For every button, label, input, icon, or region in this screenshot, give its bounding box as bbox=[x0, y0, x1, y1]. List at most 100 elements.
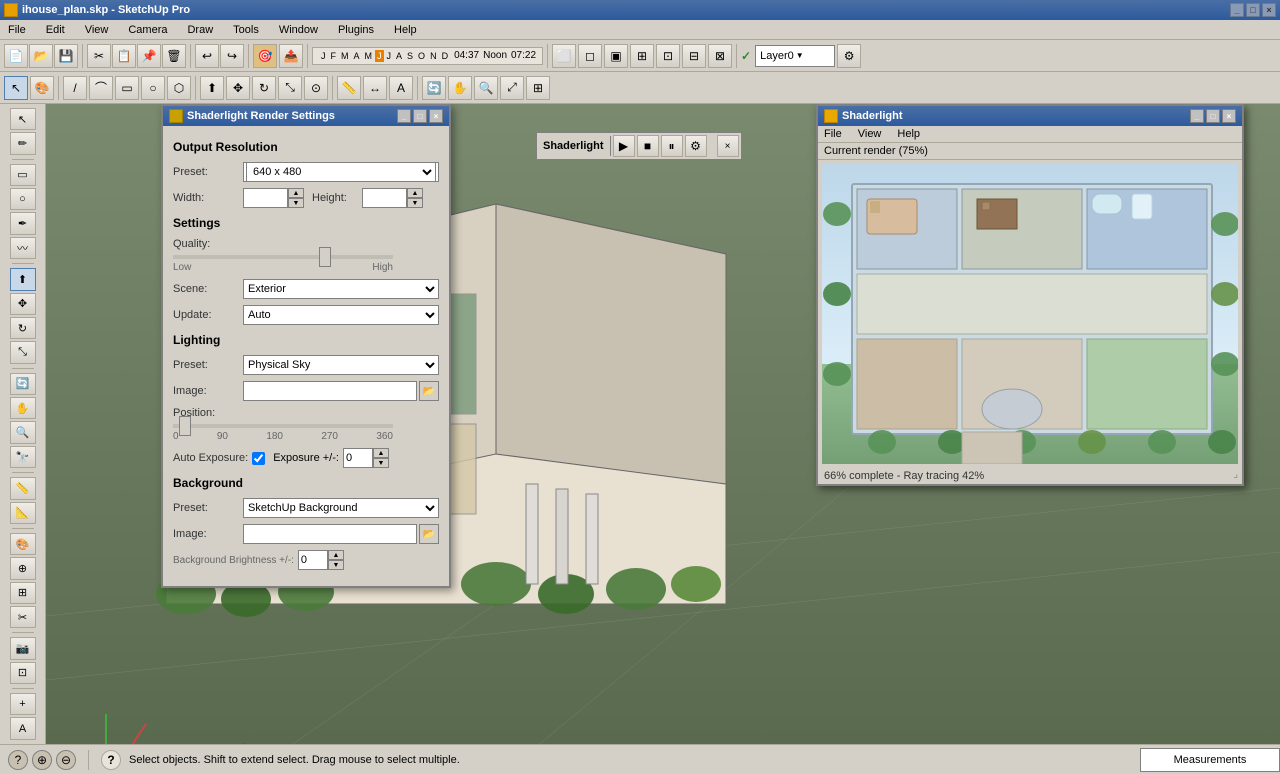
ltext-btn[interactable]: A bbox=[10, 717, 36, 739]
push-btn[interactable]: ⬆ bbox=[200, 76, 224, 100]
lselect-btn[interactable]: ↖ bbox=[10, 108, 36, 130]
lsketch-btn[interactable]: ✏ bbox=[10, 132, 36, 154]
export-btn[interactable]: 📤 bbox=[279, 44, 303, 68]
menu-help[interactable]: Help bbox=[390, 22, 421, 38]
view3-btn[interactable]: ▣ bbox=[604, 44, 628, 68]
arc-btn[interactable]: ⌒ bbox=[89, 76, 113, 100]
dialog-close-btn[interactable]: × bbox=[429, 109, 443, 123]
zoomfit-btn[interactable]: ⤢ bbox=[500, 76, 524, 100]
polygon-btn[interactable]: ⬡ bbox=[167, 76, 191, 100]
lguide-btn[interactable]: + bbox=[10, 693, 36, 715]
resize-handle[interactable]: ⌟ bbox=[1233, 469, 1238, 480]
bg-brightness-up-btn[interactable]: ▲ bbox=[328, 550, 344, 560]
lwave-btn[interactable]: 〰 bbox=[10, 237, 36, 259]
update-select[interactable]: Auto Manual bbox=[243, 305, 439, 325]
lighting-image-input[interactable] bbox=[243, 381, 417, 401]
menu-window[interactable]: Window bbox=[275, 22, 322, 38]
zoomsect-btn[interactable]: ⊞ bbox=[526, 76, 550, 100]
lscale-btn[interactable]: ⤡ bbox=[10, 341, 36, 363]
layer-dropdown[interactable]: Layer0 ▼ bbox=[755, 45, 835, 67]
quality-slider[interactable] bbox=[173, 255, 393, 259]
stool-close-btn[interactable]: × bbox=[717, 135, 739, 157]
auto-exposure-checkbox[interactable] bbox=[252, 452, 265, 465]
menu-file[interactable]: File bbox=[4, 22, 30, 38]
render-close-btn[interactable]: × bbox=[1222, 109, 1236, 123]
width-down-btn[interactable]: ▼ bbox=[288, 198, 304, 208]
preset-select[interactable]: 640 x 480 800 x 600 1024 x 768 bbox=[243, 162, 439, 182]
render-play-btn[interactable]: ▶ bbox=[613, 135, 635, 157]
rotate-btn[interactable]: ↻ bbox=[252, 76, 276, 100]
zoom-btn[interactable]: 🔍 bbox=[474, 76, 498, 100]
lmove-btn[interactable]: ✥ bbox=[10, 293, 36, 315]
render-pause-btn[interactable]: ⏸ bbox=[661, 135, 683, 157]
width-up-btn[interactable]: ▲ bbox=[288, 188, 304, 198]
select-btn[interactable]: ↖ bbox=[4, 76, 28, 100]
lpan-btn[interactable]: ✋ bbox=[10, 397, 36, 419]
erase-btn[interactable]: 🗑 bbox=[162, 44, 186, 68]
height-down-btn[interactable]: ▼ bbox=[407, 198, 423, 208]
lrotate-btn[interactable]: ↻ bbox=[10, 317, 36, 339]
dim-btn[interactable]: ↔ bbox=[363, 76, 387, 100]
render-menu-view[interactable]: View bbox=[858, 128, 882, 140]
menu-plugins[interactable]: Plugins bbox=[334, 22, 378, 38]
exposure-input[interactable] bbox=[343, 448, 373, 468]
langle-btn[interactable]: 📐 bbox=[10, 502, 36, 524]
height-up-btn[interactable]: ▲ bbox=[407, 188, 423, 198]
minimize-btn[interactable]: _ bbox=[1230, 3, 1244, 17]
menu-camera[interactable]: Camera bbox=[124, 22, 171, 38]
lpush-btn[interactable]: ⬆ bbox=[10, 268, 36, 290]
lorbit-btn[interactable]: 🔄 bbox=[10, 373, 36, 395]
render-min-btn[interactable]: _ bbox=[1190, 109, 1204, 123]
print-btn[interactable]: 🎯 bbox=[253, 44, 277, 68]
lighting-preset-select[interactable]: Physical Sky Artificial Lights bbox=[243, 355, 439, 375]
rect-btn[interactable]: ▭ bbox=[115, 76, 139, 100]
lighting-image-browse-btn[interactable]: 📂 bbox=[419, 381, 439, 401]
ltape-btn[interactable]: 📏 bbox=[10, 477, 36, 499]
lzoomout-btn[interactable]: 🔭 bbox=[10, 446, 36, 468]
tape-btn[interactable]: 📏 bbox=[337, 76, 361, 100]
paste-btn[interactable]: 📌 bbox=[137, 44, 161, 68]
view7-btn[interactable]: ⊠ bbox=[708, 44, 732, 68]
lcirc-btn[interactable]: ○ bbox=[10, 188, 36, 210]
menu-draw[interactable]: Draw bbox=[183, 22, 217, 38]
offset-btn[interactable]: ⊙ bbox=[304, 76, 328, 100]
cut-btn[interactable]: ✂ bbox=[87, 44, 111, 68]
open-btn[interactable]: 📂 bbox=[29, 44, 53, 68]
view5-btn[interactable]: ⊡ bbox=[656, 44, 680, 68]
render-menu-help[interactable]: Help bbox=[897, 128, 920, 140]
render-settings-btn[interactable]: ⚙ bbox=[685, 135, 707, 157]
maximize-btn[interactable]: □ bbox=[1246, 3, 1260, 17]
undo-btn[interactable]: ↩ bbox=[195, 44, 219, 68]
move-btn[interactable]: ✥ bbox=[226, 76, 250, 100]
close-btn[interactable]: × bbox=[1262, 3, 1276, 17]
exposure-down-btn[interactable]: ▼ bbox=[373, 458, 389, 468]
menu-view[interactable]: View bbox=[81, 22, 113, 38]
bg-brightness-input[interactable] bbox=[298, 550, 328, 570]
scale-btn[interactable]: ⤡ bbox=[278, 76, 302, 100]
layer-settings-btn[interactable]: ⚙ bbox=[837, 44, 861, 68]
lmeasure-btn[interactable]: ⊡ bbox=[10, 662, 36, 684]
lzoomin-btn[interactable]: 🔍 bbox=[10, 421, 36, 443]
redo-btn[interactable]: ↪ bbox=[220, 44, 244, 68]
menu-edit[interactable]: Edit bbox=[42, 22, 69, 38]
new-btn[interactable]: 📄 bbox=[4, 44, 28, 68]
bg-preset-select[interactable]: SketchUp Background Physical Sky bbox=[243, 498, 439, 518]
lphotos-btn[interactable]: 📷 bbox=[10, 637, 36, 659]
lrect-btn[interactable]: ▭ bbox=[10, 164, 36, 186]
orbit-btn[interactable]: 🔄 bbox=[422, 76, 446, 100]
dialog-max-btn[interactable]: □ bbox=[413, 109, 427, 123]
width-input[interactable]: 640 bbox=[243, 188, 288, 208]
save-btn[interactable]: 💾 bbox=[54, 44, 78, 68]
pan-btn[interactable]: ✋ bbox=[448, 76, 472, 100]
render-max-btn[interactable]: □ bbox=[1206, 109, 1220, 123]
lpen-btn[interactable]: ✒ bbox=[10, 212, 36, 234]
view2-btn[interactable]: ◻ bbox=[578, 44, 602, 68]
render-stop-btn[interactable]: ■ bbox=[637, 135, 659, 157]
measurements-box[interactable]: Measurements bbox=[1140, 748, 1280, 772]
bg-image-input[interactable] bbox=[243, 524, 417, 544]
line-btn[interactable]: / bbox=[63, 76, 87, 100]
bg-image-browse-btn[interactable]: 📂 bbox=[419, 524, 439, 544]
lsection-btn[interactable]: ✂ bbox=[10, 606, 36, 628]
lcomponent-btn[interactable]: ⊕ bbox=[10, 557, 36, 579]
canvas-area[interactable]: Shaderlight ▶ ■ ⏸ ⚙ × Shaderlight Render… bbox=[46, 104, 1280, 744]
